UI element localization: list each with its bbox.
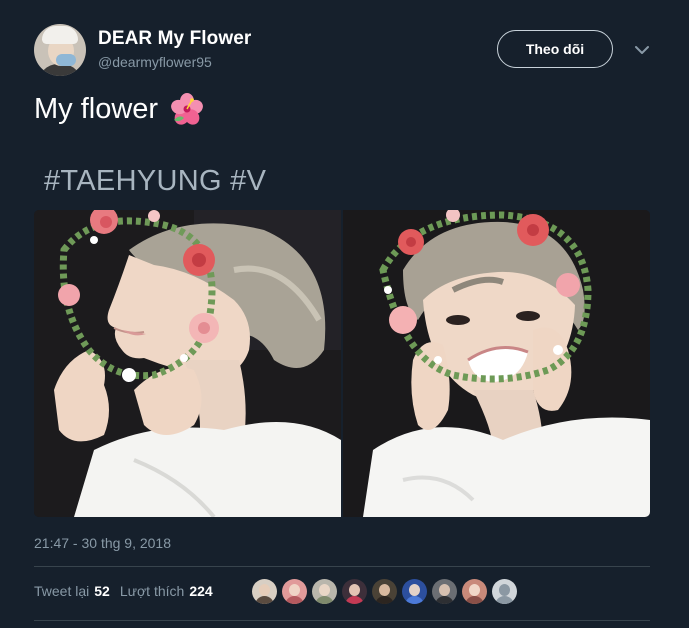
engagement-stats: Tweet lại 52 Lượt thích 224	[34, 583, 213, 599]
follow-button[interactable]: Theo dõi	[497, 30, 613, 68]
tweet-card: DEAR My Flower @dearmyflower95 Theo dõi …	[0, 0, 689, 628]
liker-avatar[interactable]	[432, 579, 457, 604]
like-label[interactable]: Lượt thích	[120, 583, 184, 599]
liker-avatar[interactable]	[462, 579, 487, 604]
liker-avatar[interactable]	[252, 579, 277, 604]
liker-avatar[interactable]	[492, 579, 517, 604]
media-grid	[34, 210, 650, 517]
tweet-text: My flower	[34, 92, 204, 126]
display-name[interactable]: DEAR My Flower	[98, 28, 251, 50]
liker-avatar[interactable]	[402, 579, 427, 604]
chevron-down-icon[interactable]	[632, 40, 652, 60]
hashtags[interactable]: #TAEHYUNG #V	[44, 165, 266, 198]
liker-avatar[interactable]	[282, 579, 307, 604]
hibiscus-emoji	[170, 92, 204, 126]
like-count[interactable]: 224	[189, 583, 212, 599]
retweet-label[interactable]: Tweet lại	[34, 583, 89, 599]
profile-avatar[interactable]	[34, 24, 86, 76]
liker-avatar[interactable]	[372, 579, 397, 604]
liker-avatar[interactable]	[312, 579, 337, 604]
tweet-text-content: My flower	[34, 92, 159, 125]
photo-left[interactable]	[34, 210, 341, 517]
tweet-timestamp[interactable]: 21:47 - 30 thg 9, 2018	[34, 535, 171, 551]
photo-right[interactable]	[343, 210, 650, 517]
divider	[34, 566, 650, 567]
divider	[34, 620, 650, 621]
liker-avatars	[252, 579, 517, 604]
liker-avatar[interactable]	[342, 579, 367, 604]
retweet-count[interactable]: 52	[94, 583, 110, 599]
user-handle[interactable]: @dearmyflower95	[98, 54, 212, 70]
